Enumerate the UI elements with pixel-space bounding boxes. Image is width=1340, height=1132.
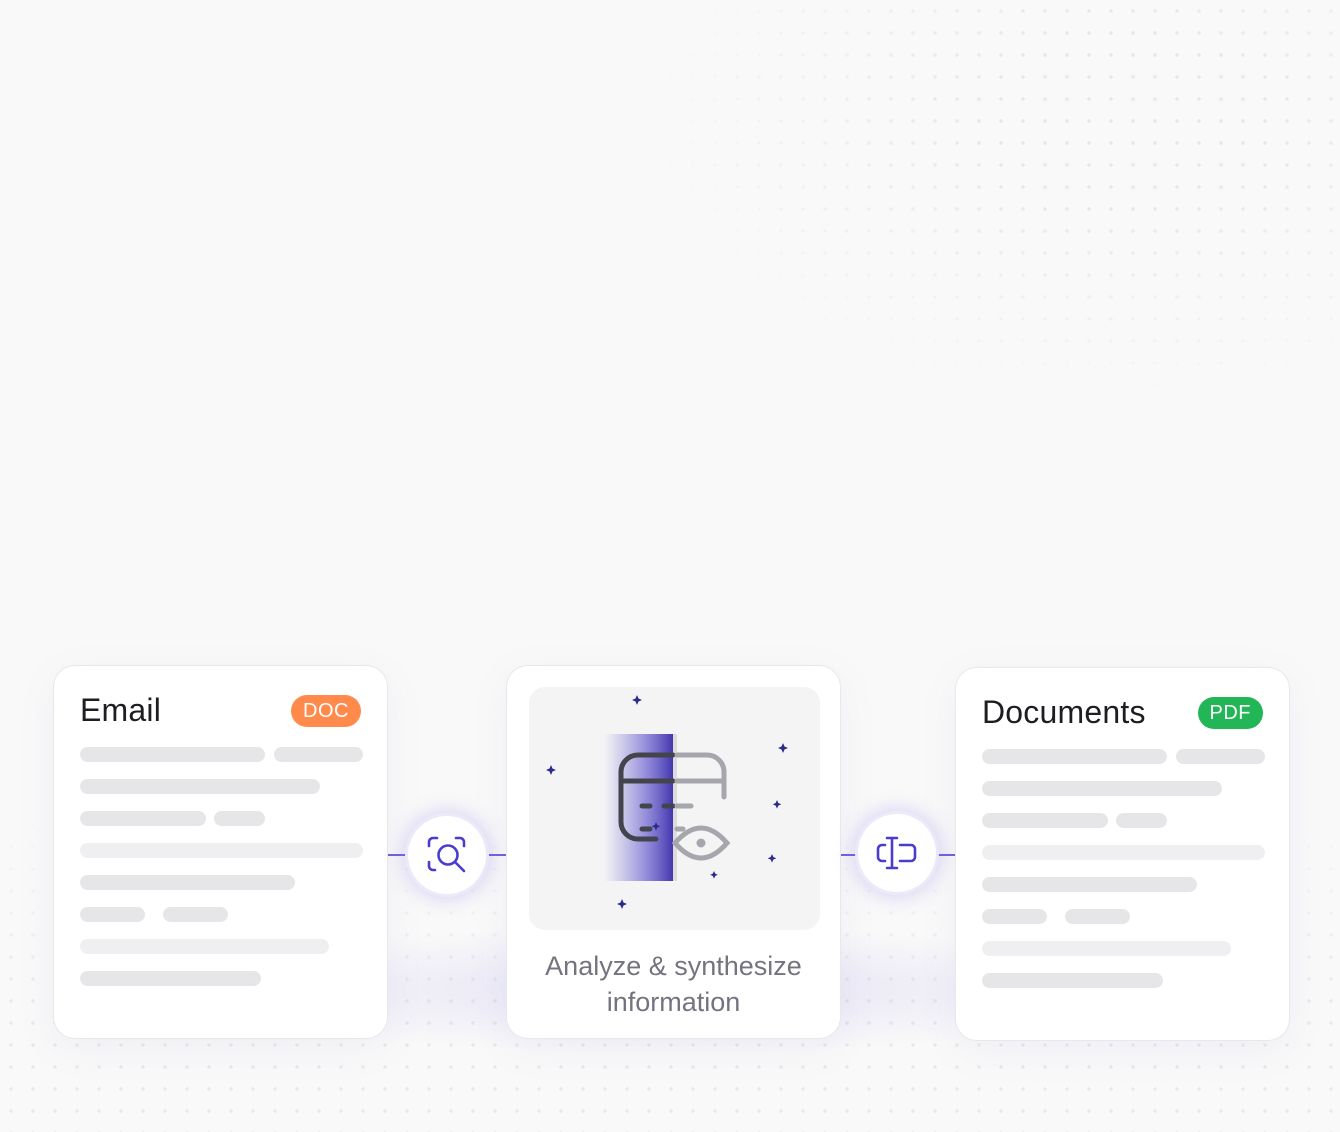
doc-badge: DOC <box>291 695 361 727</box>
connector-line-left-a <box>388 854 410 856</box>
skeleton-line <box>982 781 1222 796</box>
skeleton-line <box>80 843 363 858</box>
skeleton-line <box>982 877 1197 892</box>
skeleton-line <box>80 811 206 826</box>
text-cursor-node[interactable] <box>858 814 936 892</box>
skeleton-line <box>1176 749 1265 764</box>
skeleton-line <box>982 749 1167 764</box>
skeleton-line <box>1065 909 1130 924</box>
pdf-badge: PDF <box>1197 697 1263 729</box>
skeleton-line <box>163 907 228 922</box>
skeleton-line <box>80 875 295 890</box>
documents-card-title: Documents <box>982 694 1146 730</box>
skeleton-line <box>982 813 1108 828</box>
skeleton-line <box>214 811 265 826</box>
skeleton-line <box>982 941 1231 956</box>
search-scan-node[interactable] <box>408 816 486 894</box>
skeleton-line <box>80 971 261 986</box>
skeleton-line <box>274 747 363 762</box>
skeleton-line <box>80 907 145 922</box>
skeleton-line <box>80 779 320 794</box>
skeleton-line <box>80 939 329 954</box>
analyze-label: Analyze & synthesize information <box>507 948 840 1020</box>
connector-line-right-b <box>935 854 955 856</box>
search-scan-icon <box>427 836 466 873</box>
analyze-card[interactable]: Analyze & synthesize information <box>506 665 841 1039</box>
ai-face-scan-icon <box>546 695 788 909</box>
connector-line-right-a <box>841 854 859 856</box>
skeleton-line <box>982 909 1047 924</box>
ai-visual-panel <box>529 687 820 930</box>
connector-line-left-b <box>486 854 506 856</box>
text-cursor-icon <box>876 836 917 870</box>
email-card[interactable]: Email DOC <box>53 665 388 1039</box>
documents-card[interactable]: Documents PDF <box>955 667 1290 1041</box>
skeleton-line <box>982 845 1265 860</box>
skeleton-line <box>80 747 265 762</box>
analyze-label-line2: information <box>606 987 741 1017</box>
analyze-label-line1: Analyze & synthesize <box>545 951 802 981</box>
skeleton-line <box>982 973 1163 988</box>
email-card-title: Email <box>80 692 162 728</box>
skeleton-line <box>1116 813 1167 828</box>
